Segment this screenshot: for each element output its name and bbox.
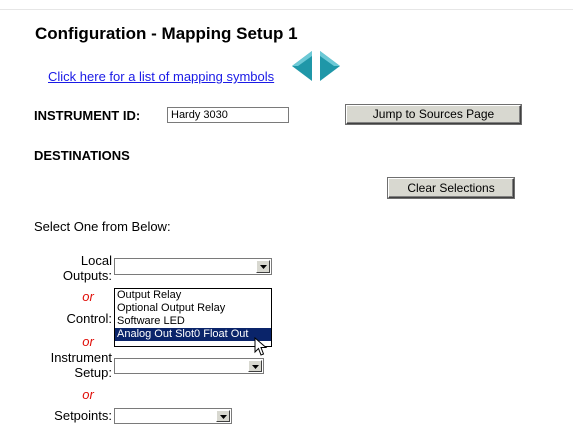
next-arrow-icon[interactable]: [318, 50, 342, 82]
mouse-pointer-icon: [254, 337, 268, 356]
instrument-id-field[interactable]: Hardy 3030: [167, 107, 289, 123]
control-label: Control:: [66, 311, 112, 326]
clear-selections-button[interactable]: Clear Selections: [388, 178, 514, 198]
local-outputs-label-line1: Local: [80, 253, 112, 268]
instrument-setup-select[interactable]: [114, 358, 264, 374]
dropdown-option[interactable]: Optional Output Relay: [115, 302, 271, 315]
setpoints-select[interactable]: [114, 408, 232, 424]
instrument-setup-label-line1: Instrument: [50, 350, 112, 365]
page-title: Configuration - Mapping Setup 1: [35, 24, 298, 43]
local-outputs-dropdown-list[interactable]: Output Relay Optional Output Relay Softw…: [114, 288, 272, 347]
jump-to-sources-button[interactable]: Jump to Sources Page: [346, 105, 521, 124]
mapping-symbols-link[interactable]: Click here for a list of mapping symbols: [48, 69, 274, 84]
instrument-setup-label: Instrument Setup:: [36, 350, 112, 380]
instrument-id-label: INSTRUMENT ID:: [34, 108, 141, 123]
dropdown-option[interactable]: Software LED: [115, 315, 271, 328]
or-separator: or: [82, 334, 94, 349]
destinations-heading: DESTINATIONS: [34, 148, 130, 163]
or-separator: or: [82, 387, 94, 402]
local-outputs-select[interactable]: [114, 258, 272, 275]
dropdown-arrow-icon[interactable]: [248, 360, 262, 372]
dropdown-option-highlighted[interactable]: Analog Out Slot0 Float Out: [115, 328, 271, 341]
instrument-setup-label-line2: Setup:: [74, 365, 112, 380]
or-separator: or: [82, 289, 94, 304]
local-outputs-label: Local Outputs:: [44, 253, 112, 283]
top-divider: [0, 9, 573, 10]
dropdown-option[interactable]: Output Relay: [115, 289, 271, 302]
dropdown-arrow-icon[interactable]: [216, 410, 230, 422]
dropdown-arrow-icon[interactable]: [256, 260, 270, 273]
prev-arrow-icon[interactable]: [290, 50, 314, 82]
select-instruction: Select One from Below:: [34, 219, 171, 234]
setpoints-label: Setpoints:: [54, 408, 112, 423]
local-outputs-label-line2: Outputs:: [62, 268, 112, 283]
